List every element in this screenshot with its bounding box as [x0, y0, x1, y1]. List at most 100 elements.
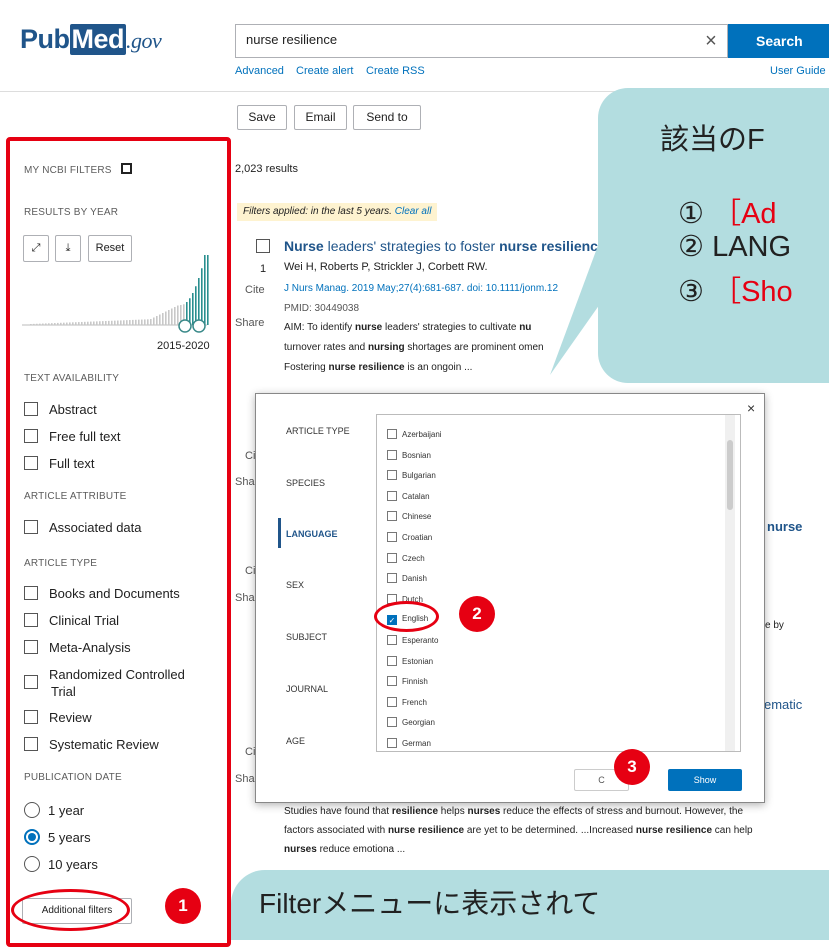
user-guide-link[interactable]: User Guide	[770, 65, 826, 77]
language-label: French	[402, 697, 427, 707]
result-1-share[interactable]: Share	[235, 317, 264, 329]
category-age[interactable]: AGE	[286, 736, 305, 746]
language-checkbox[interactable]	[387, 532, 397, 542]
histogram-bar	[105, 321, 107, 325]
books-and-documents-checkbox[interactable]: Books and Documents	[24, 586, 180, 601]
send-to-button[interactable]: Send to	[353, 105, 421, 130]
language-list[interactable]	[376, 414, 741, 752]
histogram-bar	[132, 319, 134, 325]
language-checkbox[interactable]	[387, 676, 397, 687]
close-icon[interactable]: ×	[747, 400, 755, 416]
range-handle-end[interactable]	[192, 319, 206, 333]
language-option-czech[interactable]: Czech	[387, 552, 425, 563]
meta-analysis-checkbox[interactable]: Meta-Analysis	[24, 640, 131, 655]
show-button[interactable]: Show	[668, 769, 742, 791]
language-option-danish[interactable]: Danish	[387, 573, 427, 584]
histogram-bar	[60, 322, 62, 325]
search-button[interactable]: Search	[728, 24, 829, 58]
search-input[interactable]: nurse resilience	[235, 24, 728, 58]
histogram-bar	[84, 321, 86, 325]
language-option-finnish[interactable]: Finnish	[387, 676, 428, 687]
callout-top-step3: ③ ［Sho	[678, 276, 793, 308]
article-type-heading: ARTICLE TYPE	[24, 558, 98, 569]
language-checkbox[interactable]	[387, 470, 397, 481]
result-4-abstract-line3: nurses reduce emotiona ...	[284, 844, 406, 855]
clinical-trial-checkbox[interactable]: Clinical Trial	[24, 613, 119, 628]
full-text-checkbox[interactable]: Full text	[24, 456, 95, 471]
language-option-bulgarian[interactable]: Bulgarian	[387, 470, 436, 481]
histogram-bar	[138, 319, 140, 325]
histogram-bar	[72, 322, 74, 325]
histogram-bar	[54, 323, 56, 325]
language-label: Bosnian	[402, 450, 431, 460]
language-option-german[interactable]: German	[387, 738, 431, 748]
result-4-abstract-line1: Studies have found that resilience helps…	[284, 806, 744, 817]
language-checkbox[interactable]	[387, 635, 397, 645]
histogram-bar	[192, 293, 194, 325]
date-10-years-radio[interactable]: 10 years	[24, 856, 98, 872]
scrollbar[interactable]	[725, 415, 735, 751]
histogram-bar	[117, 320, 119, 325]
language-checkbox[interactable]	[387, 696, 397, 707]
language-checkbox[interactable]	[387, 655, 397, 666]
free-full-text-checkbox[interactable]: Free full text	[24, 429, 121, 444]
abstract-checkbox[interactable]: Abstract	[24, 402, 97, 417]
language-checkbox[interactable]	[387, 552, 397, 563]
save-button[interactable]: Save	[237, 105, 287, 130]
language-option-azerbaijani[interactable]: Azerbaijani	[387, 429, 442, 439]
range-handle-start[interactable]	[178, 319, 192, 333]
histogram-bar	[111, 320, 113, 325]
language-checkbox[interactable]	[387, 738, 397, 748]
year-histogram[interactable]	[22, 236, 212, 336]
randomized-controlled-trial-checkbox[interactable]: Randomized Controlled	[24, 667, 185, 689]
my-ncbi-filters-heading[interactable]: MY NCBI FILTERS	[24, 163, 132, 176]
create-rss-link[interactable]: Create RSS	[366, 65, 425, 77]
category-language[interactable]: LANGUAGE	[286, 529, 338, 539]
result-4-title-fragment[interactable]: ematic	[764, 697, 802, 712]
language-checkbox[interactable]	[387, 449, 397, 460]
histogram-bar	[66, 322, 68, 325]
histogram-bar	[135, 319, 137, 325]
pubmed-logo[interactable]: PubMed.gov	[20, 24, 162, 55]
language-option-croatian[interactable]: Croatian	[387, 532, 432, 542]
advanced-link[interactable]: Advanced	[235, 65, 284, 77]
article-attribute-heading: ARTICLE ATTRIBUTE	[24, 491, 127, 502]
date-5-years-radio[interactable]: 5 years	[24, 829, 91, 845]
language-checkbox[interactable]	[387, 573, 397, 584]
email-button[interactable]: Email	[294, 105, 347, 130]
language-checkbox[interactable]	[387, 429, 397, 439]
result-3-title-fragment[interactable]: nurse	[767, 519, 802, 534]
filters-applied-banner: Filters applied: in the last 5 years. Cl…	[237, 203, 438, 221]
category-sex[interactable]: SEX	[286, 580, 304, 590]
result-1-checkbox[interactable]	[256, 239, 270, 253]
language-option-estonian[interactable]: Estonian	[387, 655, 433, 666]
category-journal[interactable]: JOURNAL	[286, 684, 328, 694]
category-subject[interactable]: SUBJECT	[286, 632, 327, 642]
clear-all-link[interactable]: Clear all	[395, 206, 432, 217]
language-option-catalan[interactable]: Catalan	[387, 490, 430, 501]
category-species[interactable]: SPECIES	[286, 478, 325, 488]
callout-bottom: Filterメニューに表示されて	[231, 870, 829, 940]
annotation-badge-3: 3	[614, 749, 650, 785]
clear-icon[interactable]: ×	[695, 24, 727, 58]
language-option-bosnian[interactable]: Bosnian	[387, 449, 431, 460]
create-alert-link[interactable]: Create alert	[296, 65, 353, 77]
language-label: Finnish	[402, 677, 428, 687]
language-checkbox[interactable]	[387, 717, 397, 728]
language-checkbox[interactable]	[387, 490, 397, 501]
systematic-review-checkbox[interactable]: Systematic Review	[24, 737, 159, 752]
result-1-cite[interactable]: Cite	[245, 284, 265, 296]
date-1-year-radio[interactable]: 1 year	[24, 802, 84, 818]
review-checkbox[interactable]: Review	[24, 710, 92, 725]
language-checkbox[interactable]	[387, 511, 397, 522]
language-option-french[interactable]: French	[387, 696, 427, 707]
publication-date-heading: PUBLICATION DATE	[24, 772, 122, 783]
callout-top-step2: ② LANG	[678, 231, 792, 263]
language-option-georgian[interactable]: Georgian	[387, 717, 435, 728]
histogram-bar	[87, 321, 89, 325]
associated-data-checkbox[interactable]: Associated data	[24, 520, 142, 535]
histogram-bar	[36, 323, 38, 325]
language-option-chinese[interactable]: Chinese	[387, 511, 431, 522]
category-article-type[interactable]: ARTICLE TYPE	[286, 426, 350, 436]
language-option-esperanto[interactable]: Esperanto	[387, 635, 438, 645]
